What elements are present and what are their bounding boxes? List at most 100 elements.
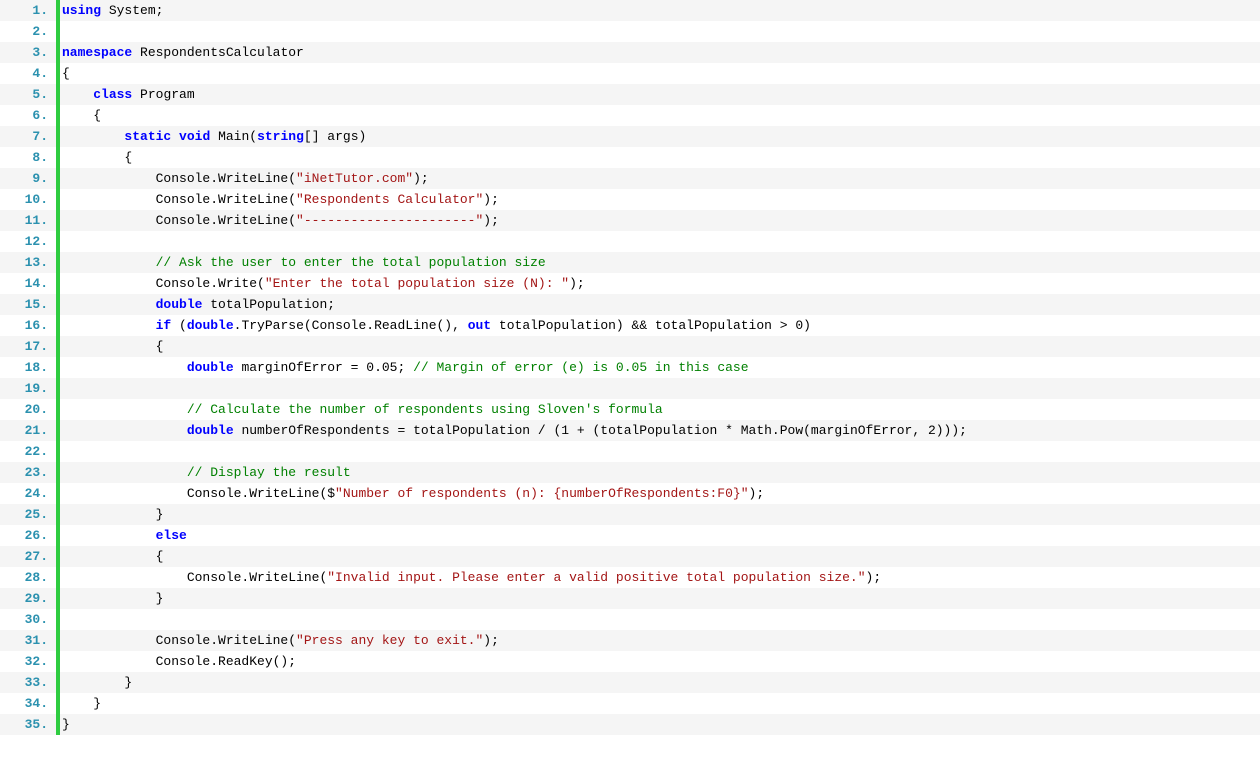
change-marker	[56, 441, 60, 462]
code-content: {	[60, 109, 1260, 122]
code-line-row: 16. if (double.TryParse(Console.ReadLine…	[0, 315, 1260, 336]
code-content: {	[60, 151, 1260, 164]
line-number: 30.	[0, 613, 56, 626]
token-id: }	[62, 675, 132, 690]
code-line-row: 19.	[0, 378, 1260, 399]
change-marker	[56, 378, 60, 399]
token-kw: namespace	[62, 45, 132, 60]
line-number: 32.	[0, 655, 56, 668]
token-str: "Respondents Calculator"	[296, 192, 483, 207]
token-id	[62, 87, 93, 102]
token-kw: double	[187, 360, 234, 375]
line-number: 31.	[0, 634, 56, 647]
token-id: {	[62, 66, 70, 81]
line-number: 3.	[0, 46, 56, 59]
token-str: "Enter the total population size (N): "	[265, 276, 569, 291]
token-id	[62, 318, 156, 333]
token-str: "iNetTutor.com"	[296, 171, 413, 186]
code-content: double totalPopulation;	[60, 298, 1260, 311]
code-content: {	[60, 550, 1260, 563]
token-kw: using	[62, 3, 101, 18]
token-id	[62, 465, 187, 480]
line-number: 9.	[0, 172, 56, 185]
line-number: 8.	[0, 151, 56, 164]
token-id: Program	[132, 87, 194, 102]
token-id: .TryParse(Console.ReadLine(),	[234, 318, 468, 333]
line-number: 11.	[0, 214, 56, 227]
line-number: 5.	[0, 88, 56, 101]
token-id	[62, 402, 187, 417]
token-id	[62, 360, 187, 375]
code-content: class Program	[60, 88, 1260, 101]
line-number: 18.	[0, 361, 56, 374]
token-id: );	[483, 633, 499, 648]
code-content: Console.WriteLine("Invalid input. Please…	[60, 571, 1260, 584]
token-kw: double	[156, 297, 203, 312]
code-content: }	[60, 676, 1260, 689]
code-content: Console.Write("Enter the total populatio…	[60, 277, 1260, 290]
code-content: {	[60, 340, 1260, 353]
code-line-row: 7. static void Main(string[] args)	[0, 126, 1260, 147]
token-id: Main(	[210, 129, 257, 144]
code-line-row: 22.	[0, 441, 1260, 462]
token-id: );	[483, 213, 499, 228]
code-line-row: 11. Console.WriteLine("-----------------…	[0, 210, 1260, 231]
code-content: }	[60, 718, 1260, 731]
token-id: Console.WriteLine(	[62, 570, 327, 585]
token-id: (	[171, 318, 187, 333]
token-id	[62, 297, 156, 312]
code-content: }	[60, 697, 1260, 710]
code-line-row: 20. // Calculate the number of responden…	[0, 399, 1260, 420]
token-id	[62, 255, 156, 270]
token-str: "Number of respondents (n): {numberOfRes…	[335, 486, 748, 501]
code-line-row: 25. }	[0, 504, 1260, 525]
token-id: {	[62, 549, 163, 564]
line-number: 2.	[0, 25, 56, 38]
token-id: Console.WriteLine(	[62, 171, 296, 186]
code-content: Console.ReadKey();	[60, 655, 1260, 668]
code-content: static void Main(string[] args)	[60, 130, 1260, 143]
token-cm: // Display the result	[187, 465, 351, 480]
token-id: RespondentsCalculator	[132, 45, 304, 60]
token-id: marginOfError = 0.05;	[234, 360, 413, 375]
code-line-row: 3. namespace RespondentsCalculator	[0, 42, 1260, 63]
token-id: {	[62, 339, 163, 354]
code-content: Console.WriteLine("Press any key to exit…	[60, 634, 1260, 647]
code-content: Console.WriteLine("iNetTutor.com");	[60, 172, 1260, 185]
token-cm: // Calculate the number of respondents u…	[187, 402, 663, 417]
token-id	[62, 528, 156, 543]
line-number: 24.	[0, 487, 56, 500]
line-number: 25.	[0, 508, 56, 521]
line-number: 19.	[0, 382, 56, 395]
change-marker	[56, 231, 60, 252]
token-kw: else	[156, 528, 187, 543]
line-number: 14.	[0, 277, 56, 290]
token-id: Console.ReadKey();	[62, 654, 296, 669]
line-number: 34.	[0, 697, 56, 710]
code-line-row: 21. double numberOfRespondents = totalPo…	[0, 420, 1260, 441]
token-id: totalPopulation;	[202, 297, 335, 312]
code-line-row: 9. Console.WriteLine("iNetTutor.com");	[0, 168, 1260, 189]
code-content: double numberOfRespondents = totalPopula…	[60, 424, 1260, 437]
code-content: namespace RespondentsCalculator	[60, 46, 1260, 59]
line-number: 12.	[0, 235, 56, 248]
token-id	[62, 423, 187, 438]
token-id: System;	[101, 3, 163, 18]
line-number: 26.	[0, 529, 56, 542]
token-cm: // Ask the user to enter the total popul…	[156, 255, 546, 270]
token-str: "Invalid input. Please enter a valid pos…	[327, 570, 865, 585]
token-id: numberOfRespondents = totalPopulation / …	[234, 423, 967, 438]
code-line-row: 1.using System;	[0, 0, 1260, 21]
line-number: 23.	[0, 466, 56, 479]
code-content: double marginOfError = 0.05; // Margin o…	[60, 361, 1260, 374]
token-kw: out	[468, 318, 491, 333]
code-line-row: 14. Console.Write("Enter the total popul…	[0, 273, 1260, 294]
change-marker	[56, 21, 60, 42]
code-content: }	[60, 592, 1260, 605]
code-content: Console.WriteLine("Respondents Calculato…	[60, 193, 1260, 206]
code-line-row: 24. Console.WriteLine($"Number of respon…	[0, 483, 1260, 504]
token-id: );	[749, 486, 765, 501]
code-line-row: 29. }	[0, 588, 1260, 609]
code-content: // Display the result	[60, 466, 1260, 479]
code-line-row: 31. Console.WriteLine("Press any key to …	[0, 630, 1260, 651]
